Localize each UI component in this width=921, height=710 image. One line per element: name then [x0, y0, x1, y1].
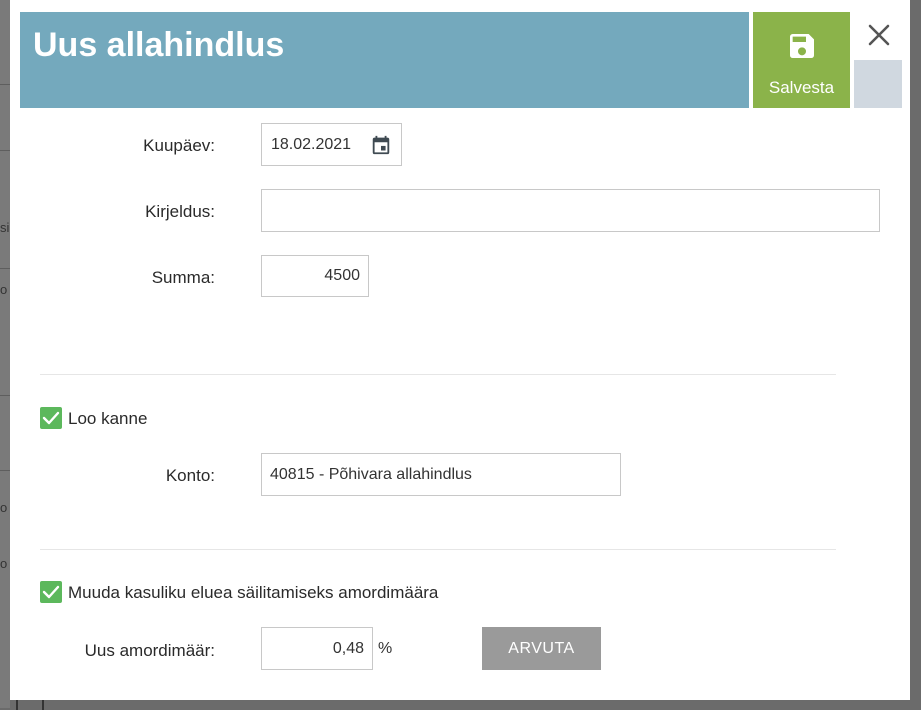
background-text: si — [0, 220, 10, 235]
background-text: o — [0, 500, 8, 515]
dialog: Uus allahindlus Salvesta Kuupäev: 18.02.… — [10, 0, 910, 700]
background-text: o — [0, 282, 8, 297]
change-rate-checkbox[interactable] — [40, 581, 62, 603]
background-text: o — [0, 556, 8, 571]
percent-sign: % — [378, 640, 393, 657]
dialog-header: Uus allahindlus — [20, 12, 749, 108]
save-button[interactable]: Salvesta — [753, 12, 850, 108]
background-divider — [0, 268, 10, 269]
date-label: Kuupäev: — [143, 136, 215, 155]
create-entry-label: Loo kanne — [68, 409, 148, 428]
date-field[interactable]: 18.02.2021 — [261, 123, 402, 166]
check-icon — [42, 411, 60, 425]
background-app — [0, 0, 10, 708]
background-divider — [0, 395, 10, 396]
account-label: Konto: — [165, 466, 215, 485]
sum-label: Summa: — [151, 268, 215, 287]
background-divider — [0, 84, 10, 85]
section-divider — [40, 549, 836, 550]
calendar-icon[interactable] — [370, 134, 392, 156]
description-input[interactable] — [261, 189, 880, 232]
save-icon — [790, 34, 814, 58]
description-label: Kirjeldus: — [145, 202, 215, 221]
date-value: 18.02.2021 — [271, 136, 352, 153]
check-icon — [42, 585, 60, 599]
close-icon[interactable] — [865, 20, 893, 50]
dialog-title: Uus allahindlus — [33, 26, 285, 64]
new-rate-label: Uus amordimäär: — [84, 641, 215, 660]
new-rate-input[interactable] — [261, 627, 373, 670]
sum-input[interactable] — [261, 255, 369, 297]
save-button-label: Salvesta — [768, 78, 835, 97]
calculate-button[interactable]: ARVUTA — [482, 627, 601, 670]
background-divider — [0, 470, 10, 471]
section-divider — [40, 374, 836, 375]
side-action-button[interactable] — [854, 60, 902, 108]
account-input[interactable] — [261, 453, 621, 496]
background-divider — [0, 150, 10, 151]
create-entry-checkbox[interactable] — [40, 407, 62, 429]
change-rate-label: Muuda kasuliku eluea säilitamiseks amord… — [68, 583, 439, 602]
